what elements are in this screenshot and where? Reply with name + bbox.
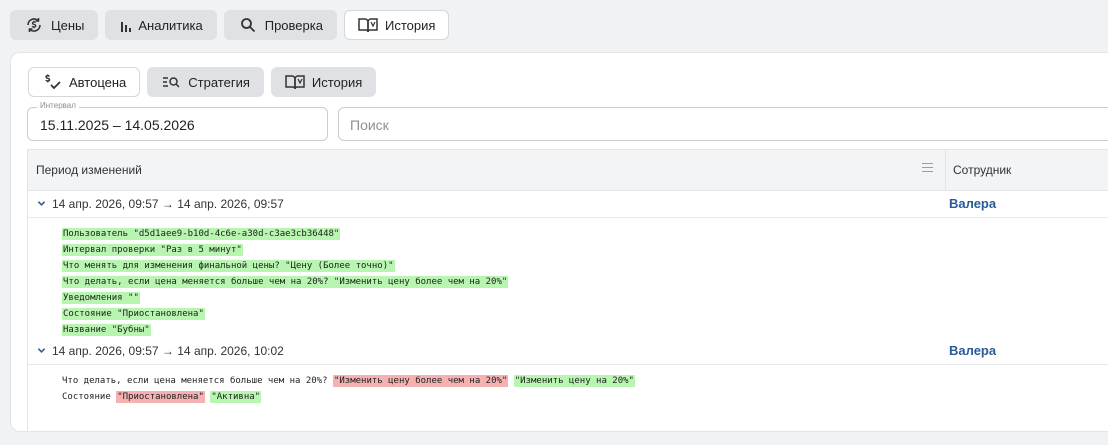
interval-field[interactable]: Интервал 15.11.2025 – 14.05.2026 [27, 101, 328, 141]
sub-nav: Автоцена Стратегия История [28, 67, 383, 97]
autoprice-button[interactable]: Автоцена [28, 67, 141, 97]
change-line: Уведомления "" [62, 290, 508, 306]
change-line: Что менять для изменения финальной цены?… [62, 258, 508, 274]
change-line: Состояние "Приостановлена" [62, 306, 508, 322]
history-panel: Автоцена Стратегия История Интервал 15.1… [10, 52, 1108, 432]
removed-value: "Изменить цену более чем на 20%" [332, 375, 509, 387]
group-employee[interactable]: Валера [949, 196, 996, 211]
group-period: 14 апр. 2026, 09:57 → 14 апр. 2026, 10:0… [52, 344, 284, 358]
change-details: Пользователь "d5d1aee9-b10d-4c6e-a30d-c3… [62, 226, 509, 338]
change-line: Что делать, если цена меняется больше че… [62, 274, 509, 290]
added-value: Уведомления "" [62, 292, 140, 304]
change-line: Пользователь "d5d1aee9-b10d-4c6e-a30d-c3… [62, 226, 508, 242]
autoprice-label: Автоцена [69, 74, 127, 90]
chevron-down-icon[interactable] [37, 199, 46, 208]
list-search-icon [161, 72, 181, 92]
top-nav: Цены Аналитика Проверка История [10, 10, 456, 40]
change-line: Что делать, если цена меняется больше че… [62, 373, 635, 389]
bar-chart-icon [119, 15, 133, 35]
history-table: Период изменений Сотрудник 14 апр. 2026,… [27, 149, 1108, 431]
book-history-icon [285, 72, 305, 92]
price-check-icon [42, 72, 62, 92]
change-field-label: Состояние [62, 392, 111, 402]
interval-label: Интервал [37, 101, 79, 110]
price-sync-icon [24, 15, 44, 35]
group-row[interactable]: 14 апр. 2026, 09:57 → 14 апр. 2026, 10:0… [28, 338, 1108, 365]
check-label: Проверка [264, 17, 323, 33]
table-header: Период изменений Сотрудник [28, 150, 1108, 191]
prices-label: Цены [51, 17, 85, 33]
strategy-label: Стратегия [188, 74, 250, 90]
history-button[interactable]: История [343, 10, 450, 40]
change-line: Интервал проверки "Раз в 5 минут" [62, 242, 508, 258]
interval-value: 15.11.2025 – 14.05.2026 [40, 117, 195, 133]
prices-button[interactable]: Цены [10, 10, 99, 40]
change-line: Состояние "Приостановлена" "Активна" [62, 389, 635, 405]
sub-history-button[interactable]: История [270, 67, 377, 97]
column-divider[interactable] [945, 150, 946, 191]
search-placeholder: Поиск [350, 117, 389, 133]
chevron-down-icon[interactable] [37, 346, 46, 355]
search-input[interactable]: Поиск [338, 107, 1108, 141]
group-row[interactable]: 14 апр. 2026, 09:57 → 14 апр. 2026, 09:5… [28, 191, 1108, 218]
book-history-icon [358, 15, 378, 35]
added-value: Пользователь "d5d1aee9-b10d-4c6e-a30d-c3… [62, 228, 341, 240]
added-value: "Активна" [210, 391, 262, 403]
group-period: 14 апр. 2026, 09:57 → 14 апр. 2026, 09:5… [52, 197, 284, 211]
change-field-label: Что делать, если цена меняется больше че… [62, 376, 328, 386]
change-line: Название "Бубны" [62, 322, 508, 338]
group-employee[interactable]: Валера [949, 343, 996, 358]
added-value: "Изменить цену на 20%" [513, 375, 635, 387]
column-employee-header: Сотрудник [953, 163, 1012, 177]
removed-value: "Приостановлена" [116, 391, 205, 403]
column-menu-icon[interactable] [922, 163, 933, 175]
added-value: Что делать, если цена меняется больше че… [62, 276, 509, 288]
sub-history-label: История [311, 74, 363, 90]
added-value: Название "Бубны" [62, 324, 151, 336]
change-details: Что делать, если цена меняется больше че… [62, 373, 635, 405]
check-button[interactable]: Проверка [223, 10, 337, 40]
column-period-header: Период изменений [36, 163, 142, 177]
strategy-button[interactable]: Стратегия [147, 67, 264, 97]
added-value: Что менять для изменения финальной цены?… [62, 260, 395, 272]
history-label: История [384, 17, 436, 33]
analytics-label: Аналитика [138, 17, 203, 33]
added-value: Состояние "Приостановлена" [62, 308, 205, 320]
added-value: Интервал проверки "Раз в 5 минут" [62, 244, 243, 256]
analytics-button[interactable]: Аналитика [105, 10, 217, 40]
search-icon [238, 15, 258, 35]
